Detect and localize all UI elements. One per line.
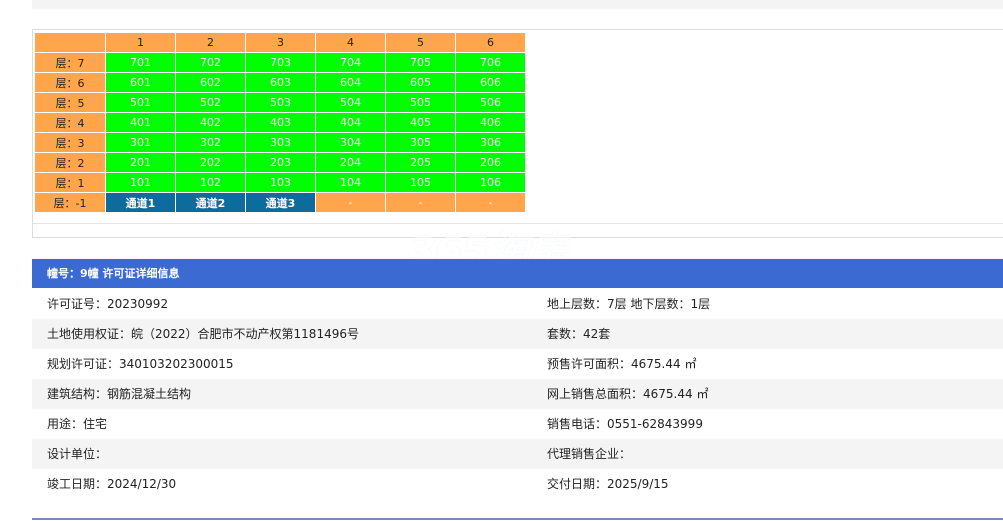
- permit-info-right: 销售电话：0551-62843999: [547, 417, 703, 431]
- permit-info-left: 建筑结构：钢筋混凝土结构: [47, 387, 192, 401]
- passage-cell[interactable]: 通道3: [245, 192, 316, 213]
- permit-info-left: 用途：住宅: [47, 417, 108, 431]
- unit-cell[interactable]: 702: [175, 52, 246, 73]
- permit-info-left: 规划许可证：340103202300015: [47, 357, 234, 371]
- unit-cell[interactable]: 405: [385, 112, 456, 133]
- unit-cell[interactable]: 201: [105, 152, 176, 173]
- permit-info-right: 交付日期：2025/9/15: [547, 477, 669, 491]
- unit-cell[interactable]: 202: [175, 152, 246, 173]
- unit-cell[interactable]: 406: [455, 112, 526, 133]
- unit-cell[interactable]: 102: [175, 172, 246, 193]
- unit-cell[interactable]: 603: [245, 72, 316, 93]
- unit-cell[interactable]: 106: [455, 172, 526, 193]
- unit-cell[interactable]: 204: [315, 152, 386, 173]
- unit-cell[interactable]: 303: [245, 132, 316, 153]
- unit-cell[interactable]: 306: [455, 132, 526, 153]
- permit-info-right: 预售许可面积：4675.44 ㎡: [547, 357, 697, 371]
- floor-label: 层：1: [34, 172, 106, 193]
- unit-cell[interactable]: 705: [385, 52, 456, 73]
- column-header: 4: [315, 32, 386, 53]
- unit-cell[interactable]: 605: [385, 72, 456, 93]
- floor-label: 层：6: [34, 72, 106, 93]
- unit-cell[interactable]: 104: [315, 172, 386, 193]
- permit-info-right: 地上层数：7层 地下层数：1层: [547, 297, 711, 311]
- unit-cell[interactable]: 505: [385, 92, 456, 113]
- unit-cell[interactable]: 401: [105, 112, 176, 133]
- empty-cell: -: [385, 192, 456, 213]
- passage-cell[interactable]: 通道2: [175, 192, 246, 213]
- floor-row: 层：6 601 602 603 604 605 606: [34, 72, 526, 93]
- permit-info-left: 许可证号：20230992: [47, 297, 169, 311]
- permit-info-right: 套数：42套: [547, 327, 611, 341]
- basement-row: 层：-1 通道1 通道2 通道3- - -: [34, 192, 526, 213]
- column-header: 5: [385, 32, 456, 53]
- top-strip: [32, 0, 1003, 9]
- empty-cell: -: [315, 192, 386, 213]
- permit-info-row: 竣工日期：2024/12/30 交付日期：2025/9/15: [32, 469, 1003, 499]
- unit-cell[interactable]: 103: [245, 172, 316, 193]
- unit-cell[interactable]: 704: [315, 52, 386, 73]
- passage-cell[interactable]: 通道1: [105, 192, 176, 213]
- permit-info-row: 用途：住宅 销售电话：0551-62843999: [32, 409, 1003, 439]
- permit-info-right: 网上销售总面积：4675.44 ㎡: [547, 387, 709, 401]
- floor-label: 层：4: [34, 112, 106, 133]
- floor-row: 层：1 101 102 103 104 105 106: [34, 172, 526, 193]
- unit-cell[interactable]: 503: [245, 92, 316, 113]
- column-header: 3: [245, 32, 316, 53]
- unit-cell[interactable]: 501: [105, 92, 176, 113]
- permit-info-row: 许可证号：20230992 地上层数：7层 地下层数：1层: [32, 289, 1003, 319]
- permit-info-row: 规划许可证：340103202300015 预售许可面积：4675.44 ㎡: [32, 349, 1003, 379]
- column-header: 2: [175, 32, 246, 53]
- floor-row: 层：3 301 302 303 304 305 306: [34, 132, 526, 153]
- unit-cell[interactable]: 504: [315, 92, 386, 113]
- panel-divider: [33, 223, 1003, 224]
- grid-corner-cell: [34, 32, 106, 53]
- floor-row: 层：5 501 502 503 504 505 506: [34, 92, 526, 113]
- unit-cell[interactable]: 701: [105, 52, 176, 73]
- unit-cell[interactable]: 205: [385, 152, 456, 173]
- floor-label: 层：3: [34, 132, 106, 153]
- unit-cell[interactable]: 105: [385, 172, 456, 193]
- permit-info-left: 竣工日期：2024/12/30: [47, 477, 177, 491]
- permit-info-left: 土地使用权证：皖（2022）合肥市不动产权第1181496号: [47, 327, 359, 341]
- unit-cell[interactable]: 403: [245, 112, 316, 133]
- permit-info-row: 土地使用权证：皖（2022）合肥市不动产权第1181496号 套数：42套: [32, 319, 1003, 349]
- floor-row: 层：7 701 702 703 704 705 706: [34, 52, 526, 73]
- unit-cell[interactable]: 502: [175, 92, 246, 113]
- unit-cell[interactable]: 602: [175, 72, 246, 93]
- column-header: 6: [455, 32, 526, 53]
- unit-cell[interactable]: 305: [385, 132, 456, 153]
- bottom-divider: [32, 518, 1003, 520]
- empty-cell: -: [455, 192, 526, 213]
- floor-row: 层：4 401 402 403 404 405 406: [34, 112, 526, 133]
- unit-cell[interactable]: 703: [245, 52, 316, 73]
- permit-info-row: 设计单位： 代理销售企业：: [32, 439, 1003, 469]
- unit-grid: 1 2 3 4 5 6 层：7 701 702 703 704 705 706 层：6 601 602 603 6…: [34, 32, 526, 213]
- column-header: 1: [105, 32, 176, 53]
- floor-label: 层：-1: [34, 192, 106, 213]
- unit-cell[interactable]: 206: [455, 152, 526, 173]
- permit-info-right: 代理销售企业：: [547, 447, 632, 461]
- unit-cell[interactable]: 606: [455, 72, 526, 93]
- permit-info-header: 幢号：9幢 许可证详细信息: [32, 259, 1003, 288]
- unit-cell[interactable]: 404: [315, 112, 386, 133]
- unit-cell[interactable]: 301: [105, 132, 176, 153]
- unit-cell[interactable]: 601: [105, 72, 176, 93]
- unit-cell[interactable]: 706: [455, 52, 526, 73]
- unit-cell[interactable]: 604: [315, 72, 386, 93]
- unit-cell[interactable]: 203: [245, 152, 316, 173]
- unit-cell[interactable]: 402: [175, 112, 246, 133]
- floor-label: 层：5: [34, 92, 106, 113]
- permit-info-row: 建筑结构：钢筋混凝土结构 网上销售总面积：4675.44 ㎡: [32, 379, 1003, 409]
- unit-cell[interactable]: 304: [315, 132, 386, 153]
- floor-label: 层：2: [34, 152, 106, 173]
- unit-cell[interactable]: 101: [105, 172, 176, 193]
- floor-label: 层：7: [34, 52, 106, 73]
- floor-row: 层：2 201 202 203 204 205 206: [34, 152, 526, 173]
- unit-cell[interactable]: 506: [455, 92, 526, 113]
- unit-cell[interactable]: 302: [175, 132, 246, 153]
- grid-header-row: 123456: [34, 32, 526, 53]
- permit-info-left: 设计单位：: [47, 447, 108, 461]
